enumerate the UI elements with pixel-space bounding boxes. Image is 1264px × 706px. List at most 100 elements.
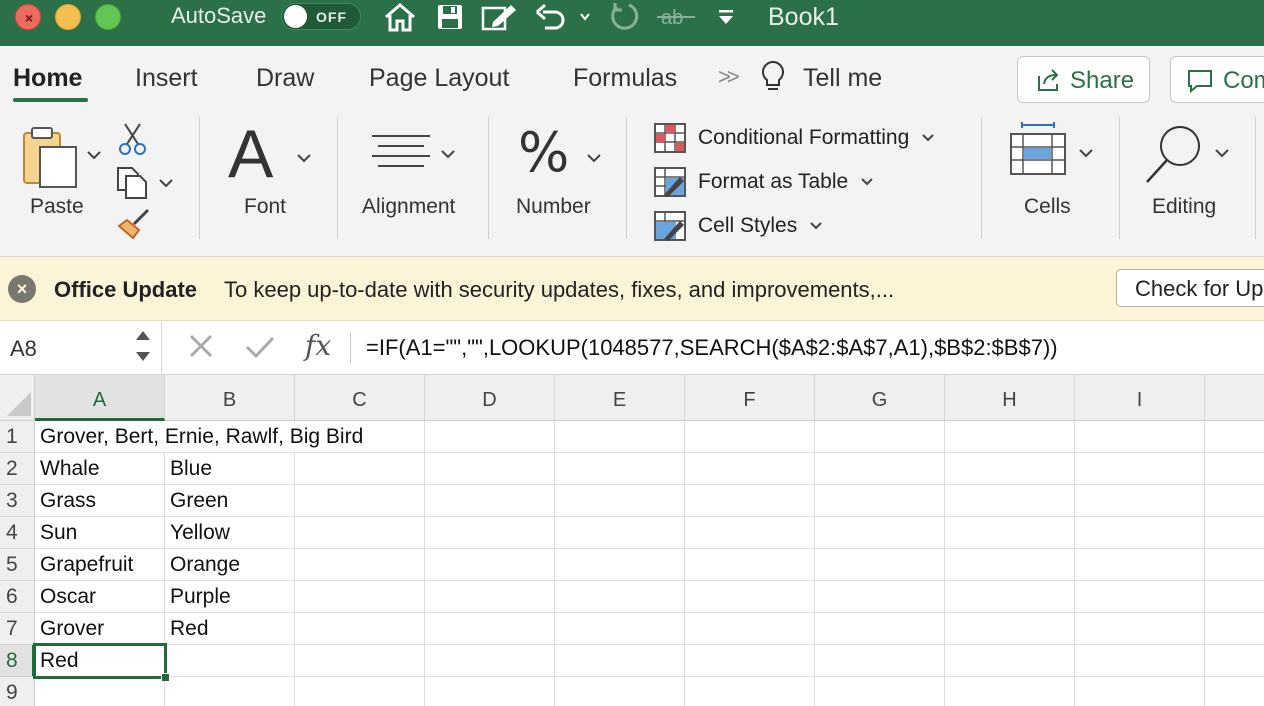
cell-i3[interactable] [1075, 485, 1205, 517]
cell-e7[interactable] [555, 613, 685, 645]
cell-e5[interactable] [555, 549, 685, 581]
cell-f6[interactable] [685, 581, 815, 613]
cell-c3[interactable] [295, 485, 425, 517]
alignment-icon[interactable] [370, 132, 460, 179]
font-icon[interactable]: A [228, 120, 273, 188]
column-header-g[interactable]: G [815, 375, 945, 421]
cell-f2[interactable] [685, 453, 815, 485]
cell-a2[interactable]: Whale [35, 453, 165, 485]
cell-c4[interactable] [295, 517, 425, 549]
tab-insert[interactable]: Insert [135, 64, 198, 93]
cell-f5[interactable] [685, 549, 815, 581]
cell-i8[interactable] [1075, 645, 1205, 677]
cell-e6[interactable] [555, 581, 685, 613]
column-header-h[interactable]: H [945, 375, 1075, 421]
cell-h1[interactable] [945, 421, 1075, 453]
cell-h2[interactable] [945, 453, 1075, 485]
tab-draw[interactable]: Draw [256, 64, 314, 93]
row-header-8[interactable]: 8 [0, 645, 35, 677]
paste-label[interactable]: Paste [30, 195, 84, 219]
redo-icon[interactable] [606, 0, 642, 34]
column-header-i[interactable]: I [1075, 375, 1205, 421]
cell-g4[interactable] [815, 517, 945, 549]
cell-d3[interactable] [425, 485, 555, 517]
cell-b2[interactable]: Blue [165, 453, 295, 485]
cell-a5[interactable]: Grapefruit [35, 549, 165, 581]
enter-icon[interactable] [244, 334, 276, 365]
home-icon[interactable] [382, 0, 418, 34]
row-header-2[interactable]: 2 [0, 453, 35, 485]
cell-f3[interactable] [685, 485, 815, 517]
cell-c6[interactable] [295, 581, 425, 613]
cell-b9[interactable] [165, 677, 295, 706]
cell-i6[interactable] [1075, 581, 1205, 613]
close-window-button[interactable]: × [15, 4, 41, 30]
dismiss-message-button[interactable]: × [8, 275, 36, 303]
row-header-6[interactable]: 6 [0, 581, 35, 613]
undo-icon[interactable] [532, 0, 592, 34]
lightbulb-icon[interactable] [760, 60, 786, 99]
cell-e2[interactable] [555, 453, 685, 485]
format-painter-icon[interactable] [116, 208, 152, 247]
cell-a4[interactable]: Sun [35, 517, 165, 549]
cell-c7[interactable] [295, 613, 425, 645]
cell-f4[interactable] [685, 517, 815, 549]
cell-b8[interactable] [165, 645, 295, 677]
cell-c9[interactable] [295, 677, 425, 706]
cell-g3[interactable] [815, 485, 945, 517]
column-header-overflow[interactable] [1205, 375, 1264, 421]
cell-h9[interactable] [945, 677, 1075, 706]
tab-page-layout[interactable]: Page Layout [369, 64, 509, 93]
cell-g9[interactable] [815, 677, 945, 706]
cell-overflow[interactable] [1205, 581, 1264, 613]
cell-g8[interactable] [815, 645, 945, 677]
cell-b5[interactable]: Orange [165, 549, 295, 581]
cell-i1[interactable] [1075, 421, 1205, 453]
chevron-down-icon[interactable] [296, 150, 312, 168]
chevron-down-icon[interactable] [586, 150, 602, 168]
row-header-7[interactable]: 7 [0, 613, 35, 645]
row-header-3[interactable]: 3 [0, 485, 35, 517]
font-label[interactable]: Font [244, 195, 286, 219]
cell-f8[interactable] [685, 645, 815, 677]
save-icon[interactable] [434, 0, 466, 34]
cell-overflow[interactable] [1205, 645, 1264, 677]
cut-icon[interactable] [118, 122, 148, 161]
cell-d4[interactable] [425, 517, 555, 549]
tab-home[interactable]: Home [13, 64, 82, 93]
minimize-window-button[interactable] [55, 4, 81, 30]
strikethrough-icon[interactable]: ab [656, 0, 696, 34]
copy-icon[interactable] [114, 166, 176, 205]
cell-e4[interactable] [555, 517, 685, 549]
check-for-updates-button[interactable]: Check for Updates [1116, 269, 1264, 307]
cell-a6[interactable]: Oscar [35, 581, 165, 613]
cell-d2[interactable] [425, 453, 555, 485]
cell-d7[interactable] [425, 613, 555, 645]
cell-h5[interactable] [945, 549, 1075, 581]
cell-e8[interactable] [555, 645, 685, 677]
column-header-c[interactable]: C [295, 375, 425, 421]
column-header-a[interactable]: A [35, 375, 165, 421]
cell-g2[interactable] [815, 453, 945, 485]
cell-h6[interactable] [945, 581, 1075, 613]
cell-overflow[interactable] [1205, 453, 1264, 485]
cell-f9[interactable] [685, 677, 815, 706]
cell-overflow[interactable] [1205, 421, 1264, 453]
cells-icon[interactable] [1008, 122, 1098, 185]
tell-me-search[interactable]: Tell me [803, 64, 882, 93]
cell-h8[interactable] [945, 645, 1075, 677]
cell-b7[interactable]: Red [165, 613, 295, 645]
autosave-toggle[interactable]: OFF [281, 3, 361, 30]
cell-g5[interactable] [815, 549, 945, 581]
cell-e9[interactable] [555, 677, 685, 706]
cell-h4[interactable] [945, 517, 1075, 549]
cell-a7[interactable]: Grover [35, 613, 165, 645]
customize-toolbar-icon[interactable] [714, 0, 738, 34]
name-box[interactable]: A8 [0, 321, 162, 375]
cell-i5[interactable] [1075, 549, 1205, 581]
cell-overflow[interactable] [1205, 613, 1264, 645]
edit-icon[interactable] [480, 0, 520, 34]
cell-b4[interactable]: Yellow [165, 517, 295, 549]
percent-icon[interactable]: % [518, 122, 569, 184]
cell-g6[interactable] [815, 581, 945, 613]
